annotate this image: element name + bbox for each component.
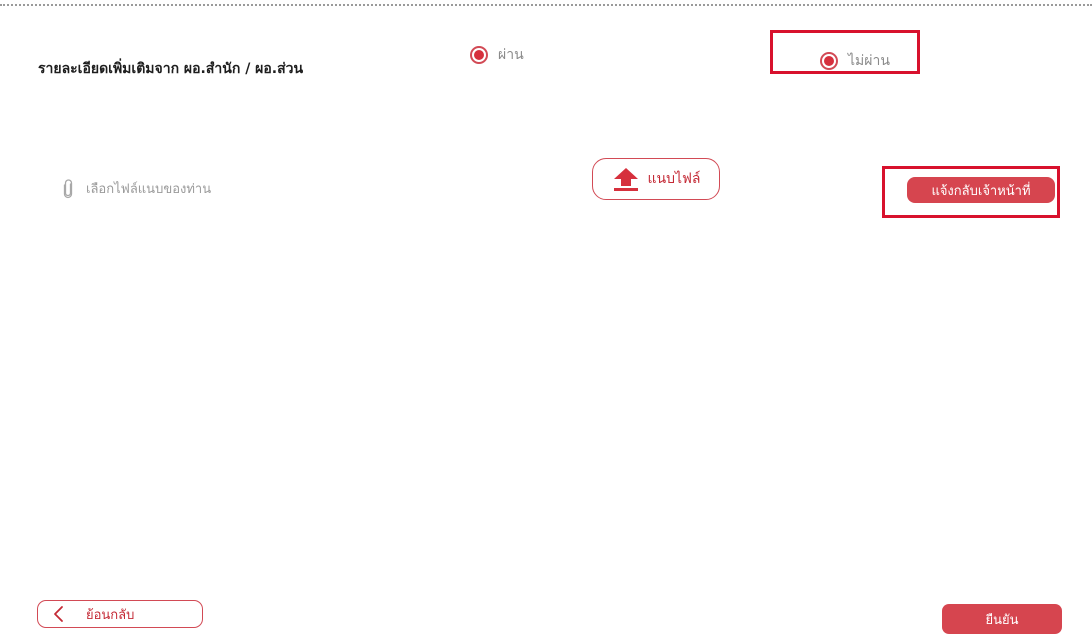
- detail-label: รายละเอียดเพิ่มเติมจาก ผอ.สำนัก / ผอ.ส่ว…: [38, 61, 304, 77]
- back-label: ย้อนกลับ: [86, 607, 135, 623]
- radio-pass[interactable]: ผ่าน: [470, 44, 524, 66]
- upload-label: แนบไฟล์: [647, 171, 701, 187]
- paperclip-icon: [62, 178, 74, 199]
- upload-file-button[interactable]: แนบไฟล์: [592, 158, 720, 200]
- radio-selected-icon[interactable]: [470, 46, 488, 64]
- confirm-button[interactable]: ยืนยัน: [942, 604, 1062, 634]
- radio-pass-label: ผ่าน: [498, 47, 524, 63]
- chevron-left-icon: [52, 605, 64, 623]
- highlight-notify-button: [882, 166, 1060, 218]
- back-button[interactable]: ย้อนกลับ: [37, 600, 203, 628]
- attach-file-field[interactable]: เลือกไฟล์แนบของท่าน: [62, 178, 211, 199]
- upload-arrow-icon: [611, 166, 641, 192]
- top-divider: [0, 4, 1092, 6]
- attach-placeholder: เลือกไฟล์แนบของท่าน: [86, 182, 212, 197]
- highlight-fail-option: [770, 30, 920, 74]
